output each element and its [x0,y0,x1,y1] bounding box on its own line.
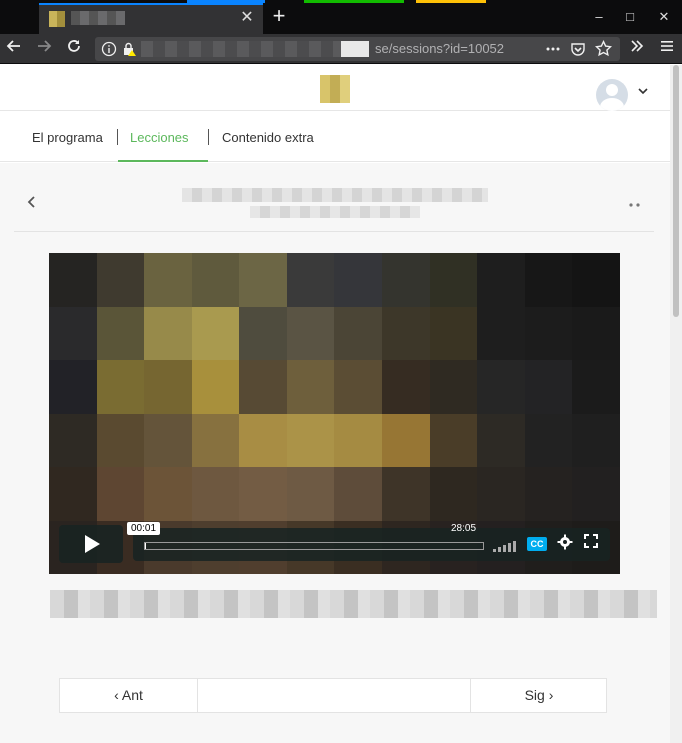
chevron-right-icon: › [548,687,554,703]
volume-icon[interactable] [493,538,519,552]
active-tab-indicator [118,160,208,162]
browser-toolbar: se/sessions?id=10052 [0,34,682,64]
url-redacted [141,41,367,57]
tab-divider [117,129,118,145]
back-arrow-icon[interactable] [26,195,38,214]
tab-accent-bar [416,0,486,3]
captions-button[interactable]: CC [527,537,547,551]
more-options-icon[interactable] [628,195,642,211]
browser-tab-active[interactable]: ✕ [39,3,263,34]
video-controls: 00:01 28:05 CC [59,522,610,563]
chevron-left-icon: ‹ [114,687,119,703]
url-bar[interactable]: se/sessions?id=10052 [95,37,620,61]
overflow-dots-icon[interactable] [545,41,561,62]
url-redacted [341,41,369,57]
prev-label: Ant [121,687,143,703]
gear-icon[interactable] [557,534,573,555]
lock-warning-icon[interactable] [121,41,137,62]
tab-el-programa[interactable]: El programa [32,130,103,145]
next-label: Sig [524,687,545,703]
browser-tab-strip: ✕ + – □ ✕ [0,0,682,34]
tab-divider [208,129,209,145]
lesson-subtitle-redacted [250,206,420,218]
bookmark-star-icon[interactable] [594,39,613,62]
menu-icon[interactable] [656,38,678,60]
maximize-button[interactable]: □ [620,8,640,26]
play-button[interactable] [59,525,123,563]
lesson-title-row [14,185,654,232]
tab-title-redacted [71,11,125,25]
video-player[interactable]: 00:01 28:05 CC [49,253,620,574]
tab-contenido-extra[interactable]: Contenido extra [222,130,314,145]
pocket-icon[interactable] [570,41,586,62]
duration: 28:05 [451,523,477,534]
pager-divider [197,679,198,712]
fullscreen-icon[interactable] [584,534,598,552]
lesson-description-redacted [50,590,657,618]
new-tab-button[interactable]: + [268,4,290,28]
minimize-button[interactable]: – [589,8,609,26]
tab-favicon [49,11,65,27]
scrollbar-thumb[interactable] [673,65,679,317]
page-content: El programa Lecciones Contenido extra 00… [0,65,670,743]
close-tab-icon[interactable]: ✕ [238,9,256,27]
reload-icon[interactable] [63,38,85,60]
page-scrollbar[interactable] [670,65,682,743]
control-bar: 00:01 28:05 CC [127,522,610,561]
avatar[interactable] [596,79,628,111]
chevron-down-icon[interactable] [637,85,649,100]
url-text: se/sessions?id=10052 [375,41,505,56]
tab-accent-bar [304,0,404,3]
course-tabs: El programa Lecciones Contenido extra [0,112,670,162]
prev-button[interactable]: ‹ Ant [60,679,197,712]
close-window-button[interactable]: ✕ [654,8,674,26]
current-time: 00:01 [127,522,161,535]
lesson-pager: ‹ Ant Sig › [59,678,607,713]
info-icon[interactable] [101,41,117,62]
next-button[interactable]: Sig › [471,679,607,712]
site-header [0,65,670,111]
overflow-chevron-icon[interactable] [626,38,648,60]
lesson-title-redacted [182,188,488,202]
forward-icon[interactable] [33,38,55,60]
back-icon[interactable] [3,38,25,60]
site-logo[interactable] [320,75,350,103]
progress-bar[interactable]: 00:01 28:05 [127,522,484,550]
tab-lecciones[interactable]: Lecciones [130,130,189,145]
